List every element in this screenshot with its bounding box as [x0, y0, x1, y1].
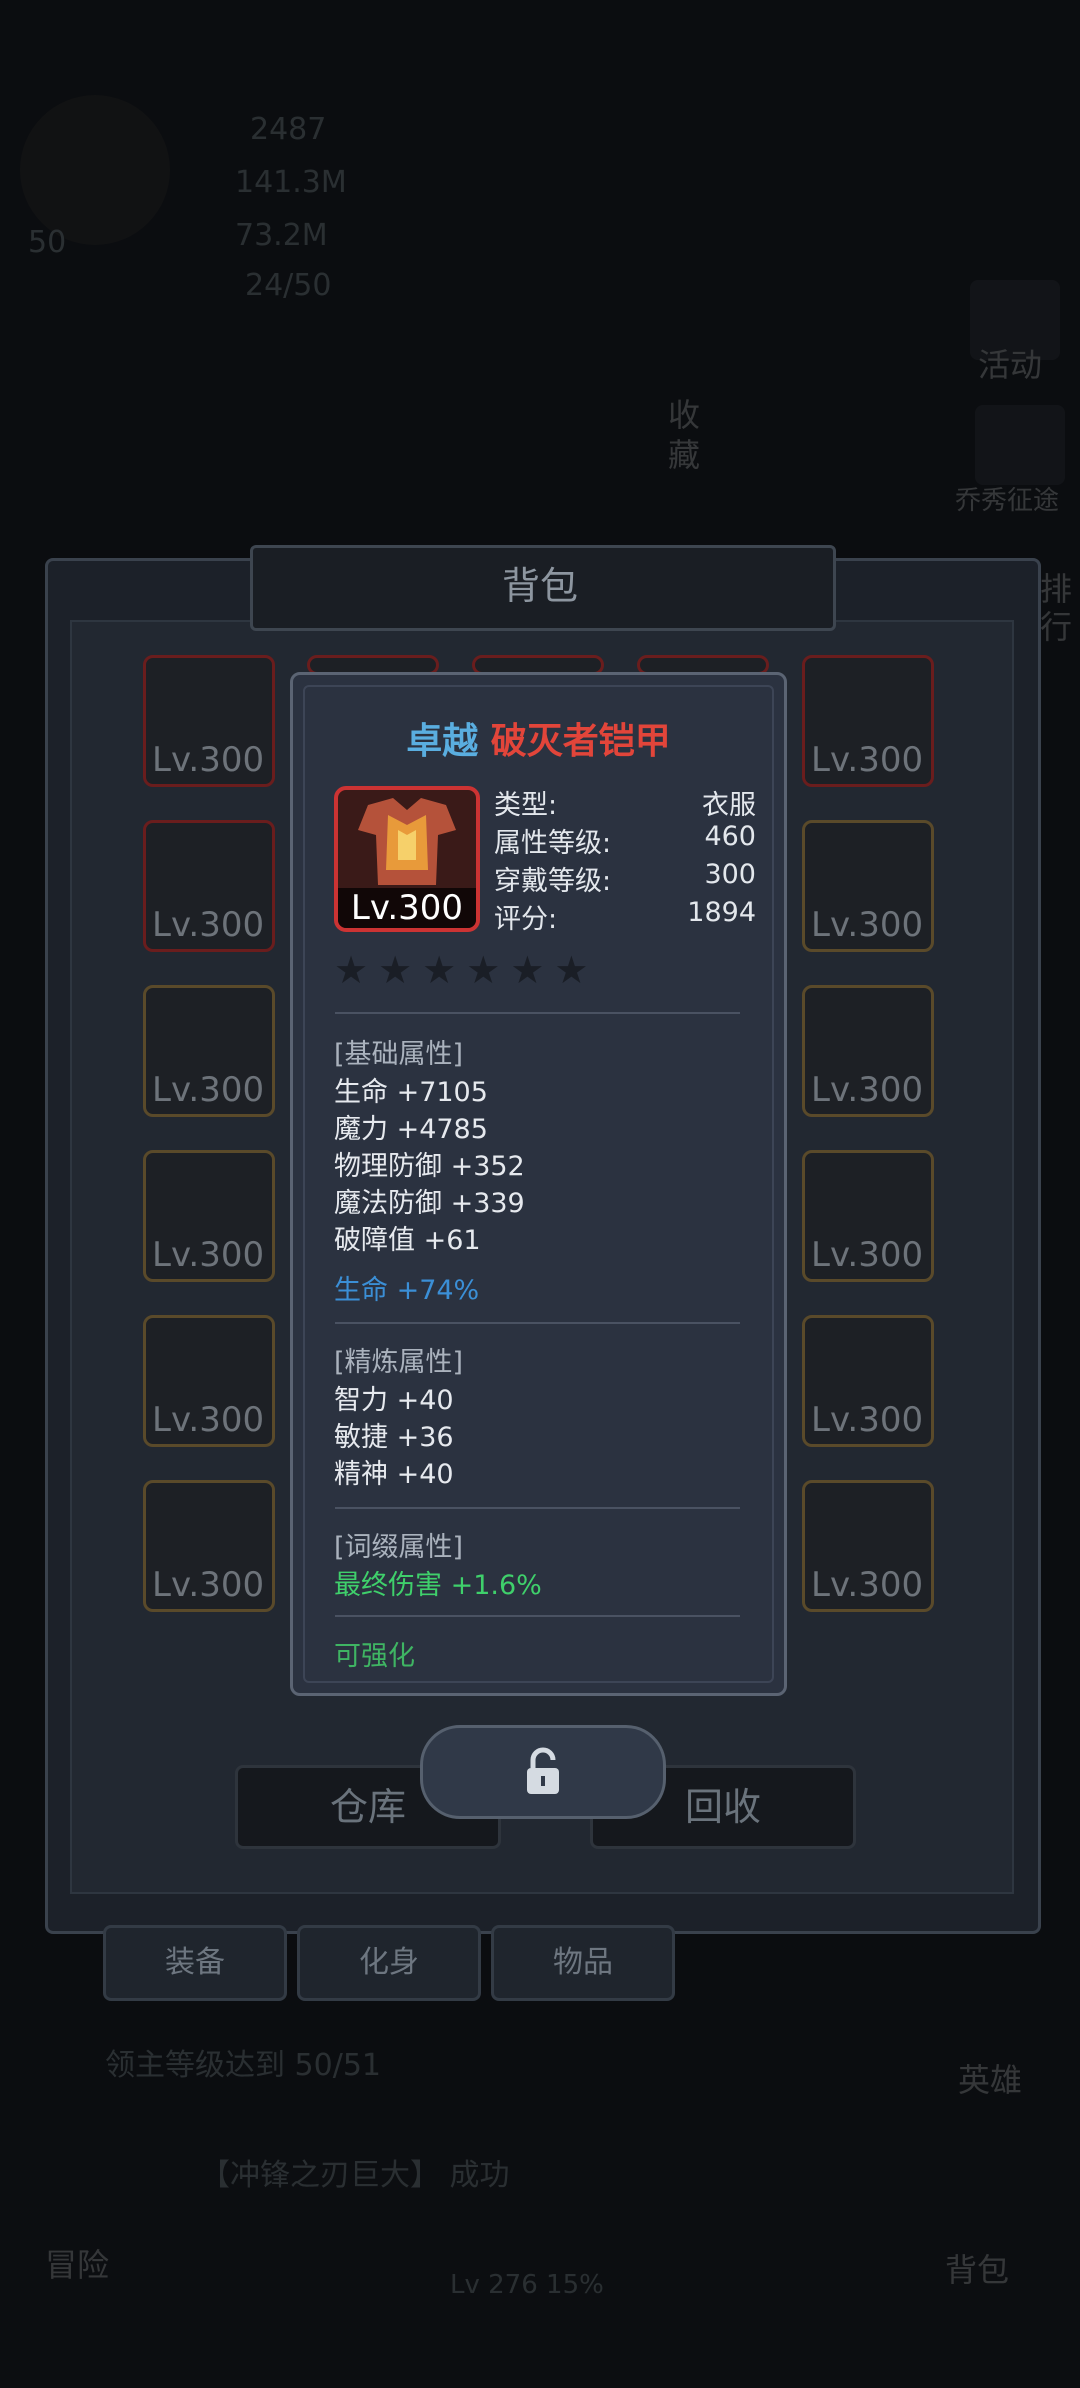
inventory-slot[interactable]: Lv.300: [802, 985, 934, 1117]
rank-label[interactable]: 排行: [1040, 570, 1078, 646]
divider: [335, 1507, 740, 1509]
campaign-label: 乔秀征途: [955, 486, 1060, 516]
refine-attribute: 精神 +40: [334, 1459, 454, 1490]
player-exp: Lv 276 15%: [450, 2270, 604, 2300]
slot-level: Lv.300: [152, 1235, 265, 1275]
stat-value: 1894: [687, 897, 756, 928]
stat-label: 类型:: [494, 790, 558, 821]
divider: [335, 1012, 740, 1014]
enhance-hint: 可强化: [334, 1641, 415, 1672]
inventory-slot[interactable]: Lv.300: [802, 1480, 934, 1612]
slot-level: Lv.300: [811, 1070, 924, 1110]
slot-level: Lv.300: [811, 740, 924, 780]
adventure-label[interactable]: 冒险: [45, 2240, 109, 2286]
collect-label[interactable]: 收藏: [668, 395, 708, 475]
backpack-nav-label[interactable]: 背包: [945, 2245, 1009, 2291]
slot-level: Lv.300: [811, 1235, 924, 1275]
divider: [335, 1322, 740, 1324]
base-attribute: 魔法防御 +339: [334, 1188, 525, 1219]
player-avatar[interactable]: [20, 95, 170, 245]
stat-row: 类型: 衣服: [494, 783, 756, 822]
affix-attributes-header: [词缀属性]: [334, 1532, 464, 1563]
hero-label[interactable]: 英雄: [958, 2055, 1022, 2101]
base-attribute: 魔力 +4785: [334, 1114, 488, 1145]
stat-value: 460: [704, 821, 756, 852]
base-attribute: 生命 +7105: [334, 1077, 488, 1108]
slot-level: Lv.300: [152, 1070, 265, 1110]
campaign-icon[interactable]: [975, 405, 1065, 485]
inventory-slot[interactable]: Lv.300: [802, 820, 934, 952]
coin-count: 73.2M: [235, 218, 328, 253]
inventory-slot[interactable]: Lv.300: [143, 655, 275, 787]
inventory-slot[interactable]: Lv.300: [143, 820, 275, 952]
refine-attribute: 智力 +40: [334, 1385, 454, 1416]
slot-level: Lv.300: [152, 740, 265, 780]
inventory-slot[interactable]: Lv.300: [802, 655, 934, 787]
inventory-slot[interactable]: Lv.300: [143, 985, 275, 1117]
star-icon: ★: [510, 948, 555, 992]
unlock-icon: [527, 1747, 559, 1794]
base-attribute: 破障值 +61: [334, 1225, 481, 1256]
player-level: 50: [28, 225, 67, 260]
stat-label: 穿戴等级:: [494, 866, 612, 897]
item-name: 破灭者铠甲: [490, 721, 671, 762]
base-bonus: 生命 +74%: [334, 1275, 480, 1306]
refine-attributes-header: [精炼属性]: [334, 1347, 464, 1378]
stat-row: 穿戴等级: 300: [494, 859, 756, 898]
star-icon: ★: [378, 948, 423, 992]
armor-icon: [358, 798, 456, 885]
slot-level: Lv.300: [152, 1400, 265, 1440]
inventory-slot[interactable]: Lv.300: [802, 1150, 934, 1282]
tab-avatar[interactable]: 化身: [297, 1925, 481, 2001]
inventory-slot[interactable]: Lv.300: [143, 1150, 275, 1282]
inventory-slot[interactable]: Lv.300: [143, 1480, 275, 1612]
stat-value: 衣服: [702, 790, 756, 821]
stat-label: 评分:: [494, 904, 558, 935]
stat-value: 300: [704, 859, 756, 890]
base-attribute: 物理防御 +352: [334, 1151, 525, 1182]
stat-row: 属性等级: 460: [494, 821, 756, 860]
backpack-title: 背包: [501, 564, 578, 608]
affix-attribute: 最终伤害 +1.6%: [334, 1570, 542, 1601]
diamond-count: 2487: [250, 112, 327, 147]
stat-label: 属性等级:: [494, 828, 612, 859]
inventory-slot[interactable]: Lv.300: [802, 1315, 934, 1447]
gold-count: 141.3M: [235, 165, 347, 200]
battle-log: 【冲锋之刃巨大】 成功: [200, 2158, 510, 2193]
slot-level: Lv.300: [152, 905, 265, 945]
stat-row: 评分: 1894: [494, 897, 756, 936]
refine-attribute: 敏捷 +36: [334, 1422, 454, 1453]
slot-level: Lv.300: [811, 1400, 924, 1440]
item-level: Lv.300: [338, 888, 476, 928]
quest-progress[interactable]: 领主等级达到 50/51: [105, 2040, 381, 2084]
item-quality: 卓越: [406, 721, 479, 762]
slot-level: Lv.300: [811, 1565, 924, 1605]
base-attributes-header: [基础属性]: [334, 1039, 464, 1070]
star-icon: ★: [334, 948, 379, 992]
slot-level: Lv.300: [152, 1565, 265, 1605]
energy-count: 24/50: [245, 268, 332, 303]
slot-level: Lv.300: [811, 905, 924, 945]
divider: [335, 1615, 740, 1617]
tab-items[interactable]: 物品: [491, 1925, 675, 2001]
star-icon: ★: [554, 948, 599, 992]
star-icon: ★: [466, 948, 511, 992]
activity-label: 活动: [978, 346, 1043, 384]
lock-button[interactable]: [420, 1725, 666, 1819]
tab-equipment[interactable]: 装备: [103, 1925, 287, 2001]
item-title: 卓越 破灭者铠甲: [290, 712, 787, 764]
inventory-slot[interactable]: Lv.300: [143, 1315, 275, 1447]
bottom-bar: [0, 2130, 1080, 2388]
star-icon: ★: [422, 948, 467, 992]
item-icon: Lv.300: [334, 786, 480, 932]
star-rating: ★★★★★★: [334, 948, 598, 992]
